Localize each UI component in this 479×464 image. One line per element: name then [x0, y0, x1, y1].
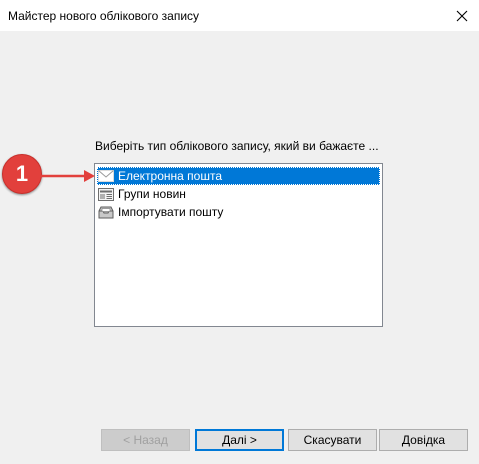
list-item-label: Електронна пошта: [118, 169, 223, 183]
annotation-number-badge: 1: [2, 154, 42, 194]
new-account-wizard-window: Майстер нового облікового запису Виберіт…: [0, 0, 479, 464]
list-item-import-mail[interactable]: Імпортувати пошту: [97, 203, 380, 221]
help-button[interactable]: Довідка: [379, 429, 468, 451]
annotation-number: 1: [15, 161, 29, 186]
close-button[interactable]: [445, 0, 479, 31]
account-type-prompt: Виберіть тип облікового запису, який ви …: [95, 139, 379, 153]
envelope-icon: [98, 169, 114, 183]
account-type-listbox[interactable]: Електронна пошта Групи новин Імпортувати…: [94, 163, 383, 327]
title-bar: Майстер нового облікового запису: [0, 0, 479, 31]
cancel-button[interactable]: Скасувати: [288, 429, 377, 451]
list-item-newsgroups[interactable]: Групи новин: [97, 185, 380, 203]
close-icon: [456, 10, 468, 21]
list-item-label: Групи новин: [118, 187, 186, 201]
annotation-arrow-icon: [38, 170, 95, 182]
next-button[interactable]: Далі >: [195, 429, 284, 451]
newsgroup-icon: [98, 187, 114, 201]
list-item-label: Імпортувати пошту: [118, 205, 224, 219]
back-button[interactable]: < Назад: [101, 429, 190, 451]
list-item-email[interactable]: Електронна пошта: [97, 167, 380, 185]
import-mail-icon: [98, 205, 114, 219]
window-title: Майстер нового облікового запису: [8, 9, 200, 23]
